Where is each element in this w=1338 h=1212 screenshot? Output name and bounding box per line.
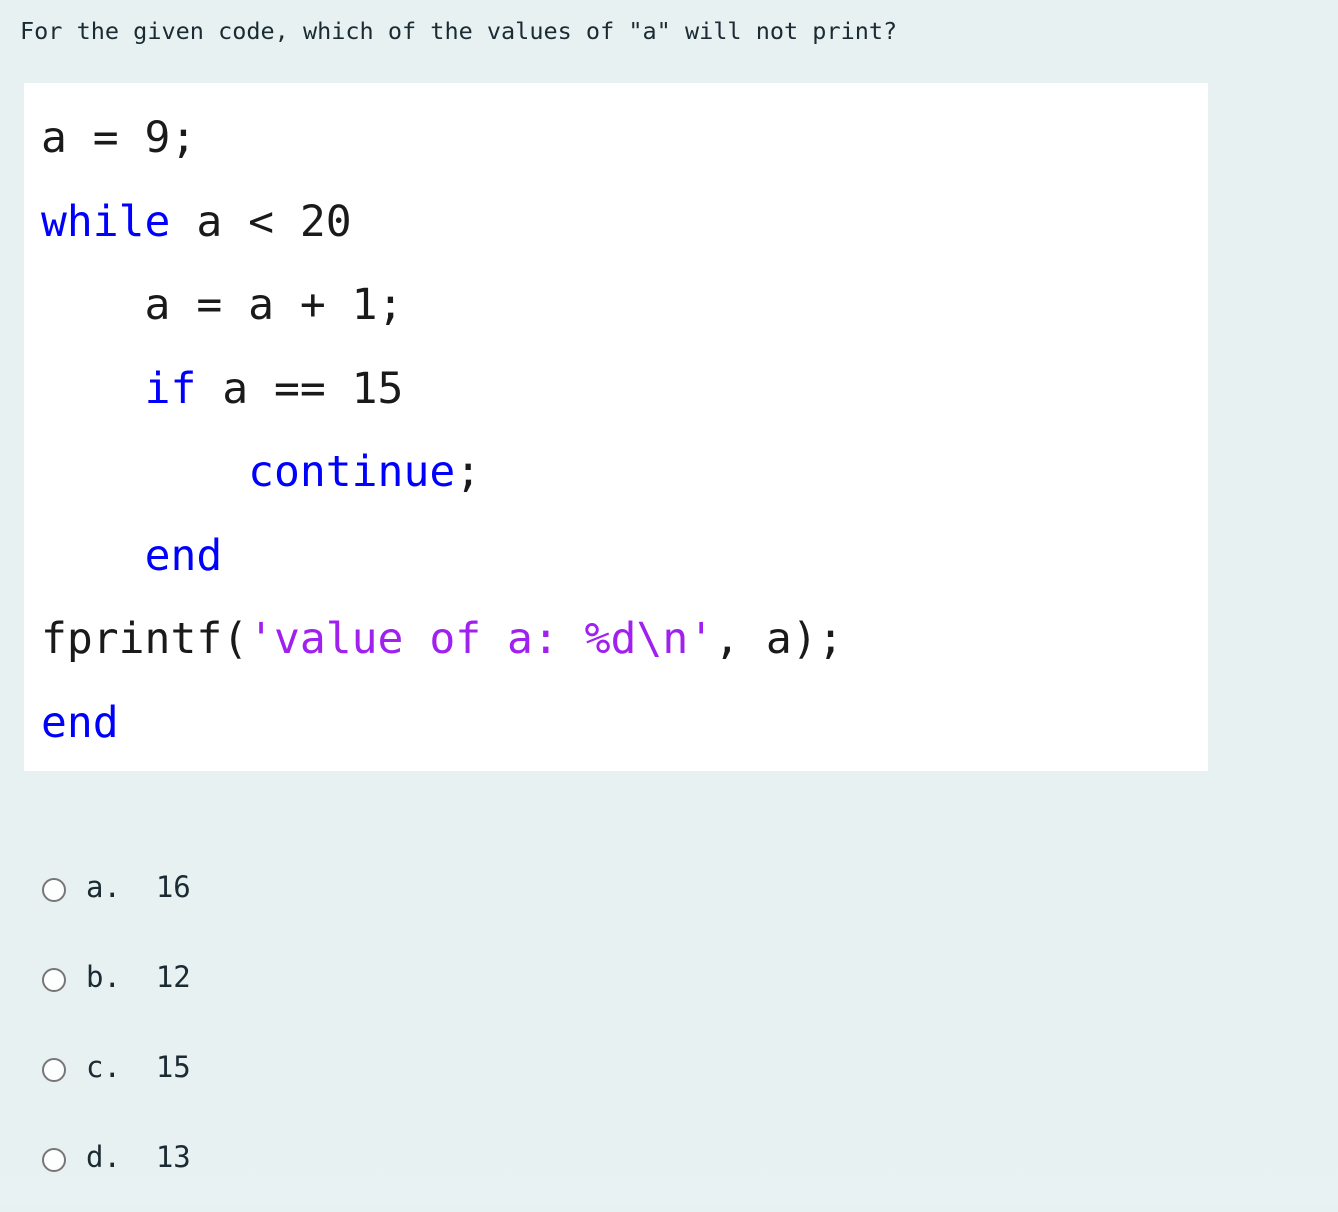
code-line: continue; bbox=[24, 431, 1208, 515]
code-token-plain: a = 9; bbox=[41, 113, 197, 163]
answer-option-b[interactable]: b. 12 bbox=[0, 942, 1338, 1032]
quiz-page: For the given code, which of the values … bbox=[0, 0, 1338, 1204]
radio-button-a[interactable] bbox=[42, 878, 66, 902]
answer-option-d[interactable]: d. 13 bbox=[0, 1122, 1338, 1212]
answer-option-label-b: b. 12 bbox=[86, 960, 191, 994]
code-line: fprintf('value of a: %d\n', a); bbox=[24, 598, 1208, 682]
code-token-plain: fprintf( bbox=[41, 614, 249, 664]
answer-option-label-a: a. 16 bbox=[86, 870, 191, 904]
code-line: end bbox=[24, 515, 1208, 599]
code-line: a = a + 1; bbox=[24, 264, 1208, 348]
radio-button-c[interactable] bbox=[42, 1058, 66, 1082]
code-token-kw: end bbox=[41, 697, 119, 748]
code-token-str: 'value of a: %d\n' bbox=[248, 614, 715, 664]
code-token-plain: a == 15 bbox=[196, 363, 404, 414]
answer-options-list: a. 16 b. 12 c. 15 d. 13 bbox=[0, 852, 1338, 1212]
code-line: if a == 15 bbox=[24, 348, 1208, 432]
page-title: For the given code, which of the values … bbox=[20, 17, 898, 45]
radio-button-d[interactable] bbox=[42, 1148, 66, 1172]
code-token-kw: if bbox=[144, 363, 197, 414]
answer-option-c[interactable]: c. 15 bbox=[0, 1032, 1338, 1122]
answer-option-a[interactable]: a. 16 bbox=[0, 852, 1338, 942]
code-lines: a = 9; while a < 20 a = a + 1; if a == 15… bbox=[24, 97, 1208, 765]
code-token-plain: a = a + 1; bbox=[41, 280, 404, 330]
code-line: while a < 20 bbox=[24, 181, 1208, 265]
code-token-plain: ; bbox=[455, 447, 482, 497]
code-line: a = 9; bbox=[24, 97, 1208, 181]
code-line: end bbox=[24, 682, 1208, 766]
answer-option-label-c: c. 15 bbox=[86, 1050, 191, 1084]
answer-option-label-d: d. 13 bbox=[86, 1140, 191, 1174]
code-token-plain: , a); bbox=[714, 614, 844, 664]
code-token-kw: while bbox=[41, 196, 171, 247]
code-block: a = 9; while a < 20 a = a + 1; if a == 15… bbox=[24, 83, 1208, 771]
code-token-kw: end bbox=[144, 530, 223, 581]
code-token-plain: a < 20 bbox=[170, 196, 352, 247]
radio-button-b[interactable] bbox=[42, 968, 66, 992]
code-token-kw: continue bbox=[248, 447, 456, 497]
